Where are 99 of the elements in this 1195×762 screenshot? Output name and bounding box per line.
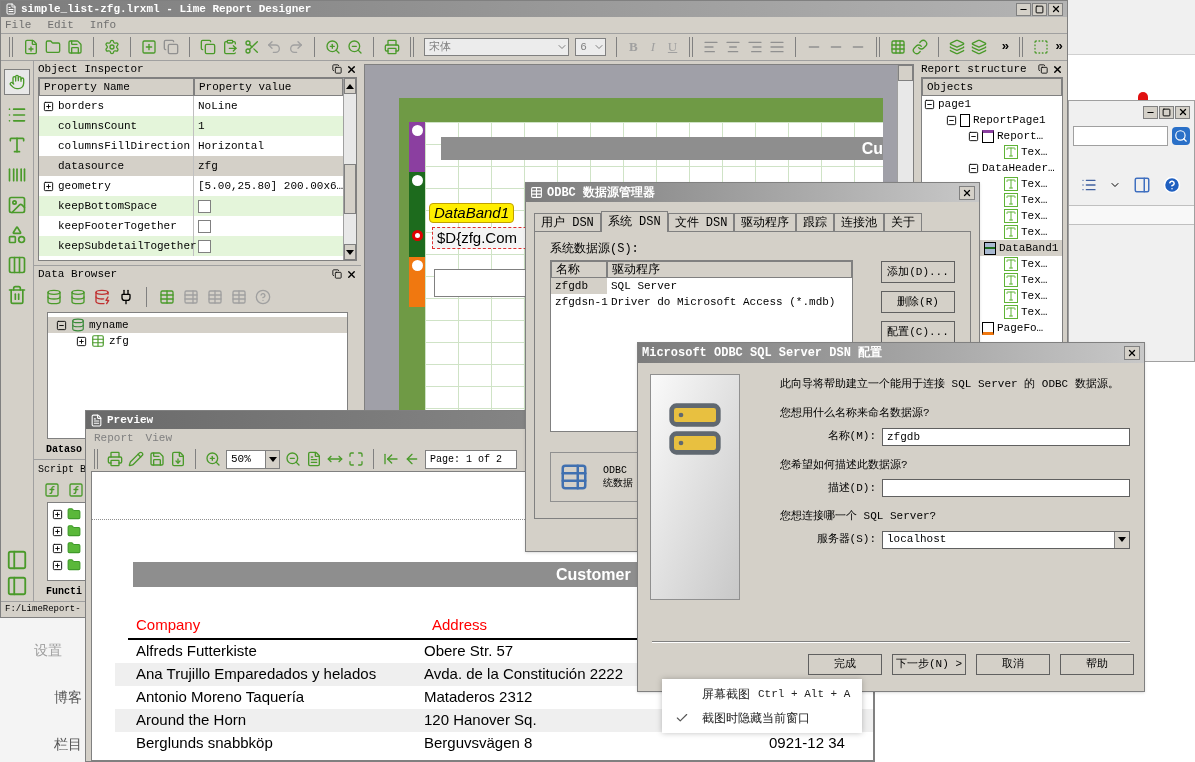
property-value: [5.00,25.80] 200.00x6…	[198, 178, 344, 194]
question-text: 您想连接哪一个 SQL Server?	[780, 509, 938, 524]
column-header[interactable]: 名称	[551, 261, 607, 278]
dialog-button[interactable]: 添加(D)...	[881, 261, 955, 283]
list-label: 系统数据源(S):	[550, 241, 640, 256]
menu-item[interactable]: 截图时隐藏当前窗口	[662, 710, 862, 726]
panel-tab[interactable]: Dataso	[46, 441, 82, 457]
menu-item[interactable]: 屏幕截图 Ctrl + Alt + A	[662, 686, 862, 702]
page-field[interactable]: Page: 1 of 2	[425, 449, 517, 469]
table-cell-text: Driver do Microsoft Access (*.mdb)	[610, 294, 836, 310]
property-value: NoLine	[198, 98, 238, 114]
property-value: zfg	[198, 158, 218, 174]
report-title: Cu	[861, 138, 883, 159]
tree-item[interactable]: Report…	[922, 128, 1062, 144]
tab[interactable]: 用户 DSN	[534, 213, 601, 231]
report-title: Customer	[556, 564, 631, 585]
property-name: keepFooterTogether	[58, 218, 177, 234]
table-cell-text: SQL Server	[610, 278, 677, 294]
property-name: columnsCount	[58, 118, 138, 134]
tab[interactable]: 关于	[884, 213, 923, 231]
property-name: keepBottomSpace	[58, 198, 158, 214]
zoom-field[interactable]: 50%	[226, 449, 280, 469]
status-text: F:/LimeReport-	[5, 602, 81, 616]
input-field[interactable]: zfgdb	[882, 427, 1130, 446]
property-name: columnsFillDirection	[58, 138, 191, 154]
column-header: Company	[135, 614, 202, 635]
dialog-button[interactable]: 配置(C)...	[881, 321, 955, 343]
panel-tab[interactable]: Functi	[46, 583, 82, 599]
table-cell: Around the Horn	[136, 711, 247, 729]
tab[interactable]: 文件 DSN	[667, 213, 735, 231]
menu-item[interactable]: 栏目	[54, 734, 85, 755]
table-cell: Berguvsvägen 8	[424, 734, 533, 752]
table-cell[interactable]: zfgdsn-1	[551, 293, 607, 311]
window-title: Preview	[107, 412, 154, 428]
table-cell: Alfreds Futterkiste	[136, 642, 257, 660]
tree-item[interactable]: myname	[48, 317, 347, 333]
column-header[interactable]: 驱动程序	[607, 261, 852, 278]
dialog-button[interactable]: 完成	[808, 654, 882, 675]
tab[interactable]: 跟踪	[796, 213, 835, 231]
tree-item[interactable]: Tex…	[922, 176, 1062, 192]
font-size-field[interactable]: 6	[575, 38, 606, 56]
dialog-button[interactable]: 删除(R)	[881, 291, 955, 313]
property-row[interactable]: keepBottomSpace	[39, 196, 344, 216]
window-title: simple_list-zfg.lrxml - Lime Report Designer	[21, 1, 312, 17]
property-row[interactable]: columnsCount 1	[39, 116, 344, 136]
tree-item[interactable]: zfg	[48, 333, 347, 349]
table-cell: Obere Str. 57	[424, 642, 514, 660]
table-cell: 120 Hanover Sq.	[424, 711, 537, 729]
table-cell: Berglunds snabbköp	[136, 734, 273, 752]
panel-title: Script B	[38, 462, 86, 477]
font-field[interactable]: 宋体	[424, 38, 570, 56]
field-label: 名称(M):	[826, 429, 877, 445]
property-name: keepSubdetailTogether	[58, 238, 197, 254]
info-text: 统数据	[603, 477, 633, 490]
table-cell-text: 0921-12 34	[769, 733, 845, 754]
table-cell: Avda. de la Constitución 2222	[424, 665, 624, 683]
column-header[interactable]: Property Name	[39, 78, 194, 96]
property-name: geometry	[58, 178, 111, 194]
dialog-button[interactable]: 帮助	[1060, 654, 1134, 675]
question-text: 您想用什么名称来命名数据源?	[780, 406, 931, 421]
dialog-button[interactable]: 取消	[976, 654, 1050, 675]
property-row[interactable]: datasource zfg	[39, 156, 344, 176]
tree-item[interactable]: ReportPage1	[922, 112, 1062, 128]
tab[interactable]: 驱动程序	[734, 213, 797, 231]
tab[interactable]: 系统 DSN	[600, 211, 668, 232]
server-select[interactable]: localhost	[882, 530, 1130, 549]
property-name: borders	[58, 98, 105, 114]
tree-item[interactable]: Tex…	[922, 192, 1062, 208]
window-title: ODBC 数据源管理器	[547, 184, 655, 202]
column-header[interactable]: Objects	[922, 78, 1062, 96]
tree-item[interactable]: DataHeader…	[922, 160, 1062, 176]
info-text: ODBC	[603, 464, 628, 477]
tree-item[interactable]: Tex…	[922, 144, 1062, 160]
panel-title: Object Inspector	[38, 61, 144, 77]
tree-item[interactable]: Tex…	[922, 208, 1062, 224]
column-header: Address	[431, 614, 489, 635]
more-button[interactable]: »	[1055, 37, 1063, 57]
window-title: Microsoft ODBC SQL Server DSN 配置	[642, 345, 883, 362]
tree-item[interactable]: page1	[922, 96, 1062, 112]
band-label[interactable]: DataBand1	[429, 203, 515, 223]
property-value: Horizontal	[198, 138, 264, 154]
dialog-button[interactable]: 下一步(N) >	[892, 654, 966, 675]
field-label: 描述(D):	[826, 480, 877, 496]
table-cell: Ana Trujillo Emparedados y helados	[136, 665, 377, 683]
column-header[interactable]: Property value	[194, 78, 344, 96]
intro-text: 此向导将帮助建立一个能用于连接 SQL Server 的 ODBC 数据源。	[780, 377, 1120, 392]
tab[interactable]: 连接池	[834, 213, 885, 231]
panel-title: Report structure	[921, 61, 1027, 77]
table-cell: Antonio Moreno Taquería	[136, 688, 305, 706]
panel-title: Data Browser	[38, 266, 118, 282]
more-button[interactable]: »	[1001, 37, 1010, 57]
field-label: 服务器(S):	[815, 532, 877, 548]
tree-item[interactable]: Tex…	[922, 224, 1062, 240]
property-name: datasource	[58, 158, 124, 174]
property-row[interactable]: keepSubdetailTogether	[39, 236, 344, 256]
property-value: 1	[198, 118, 205, 134]
table-cell: Mataderos 2312	[424, 688, 533, 706]
menu-item[interactable]: 博客	[54, 687, 85, 708]
question-text: 您希望如何描述此数据源?	[780, 457, 909, 473]
